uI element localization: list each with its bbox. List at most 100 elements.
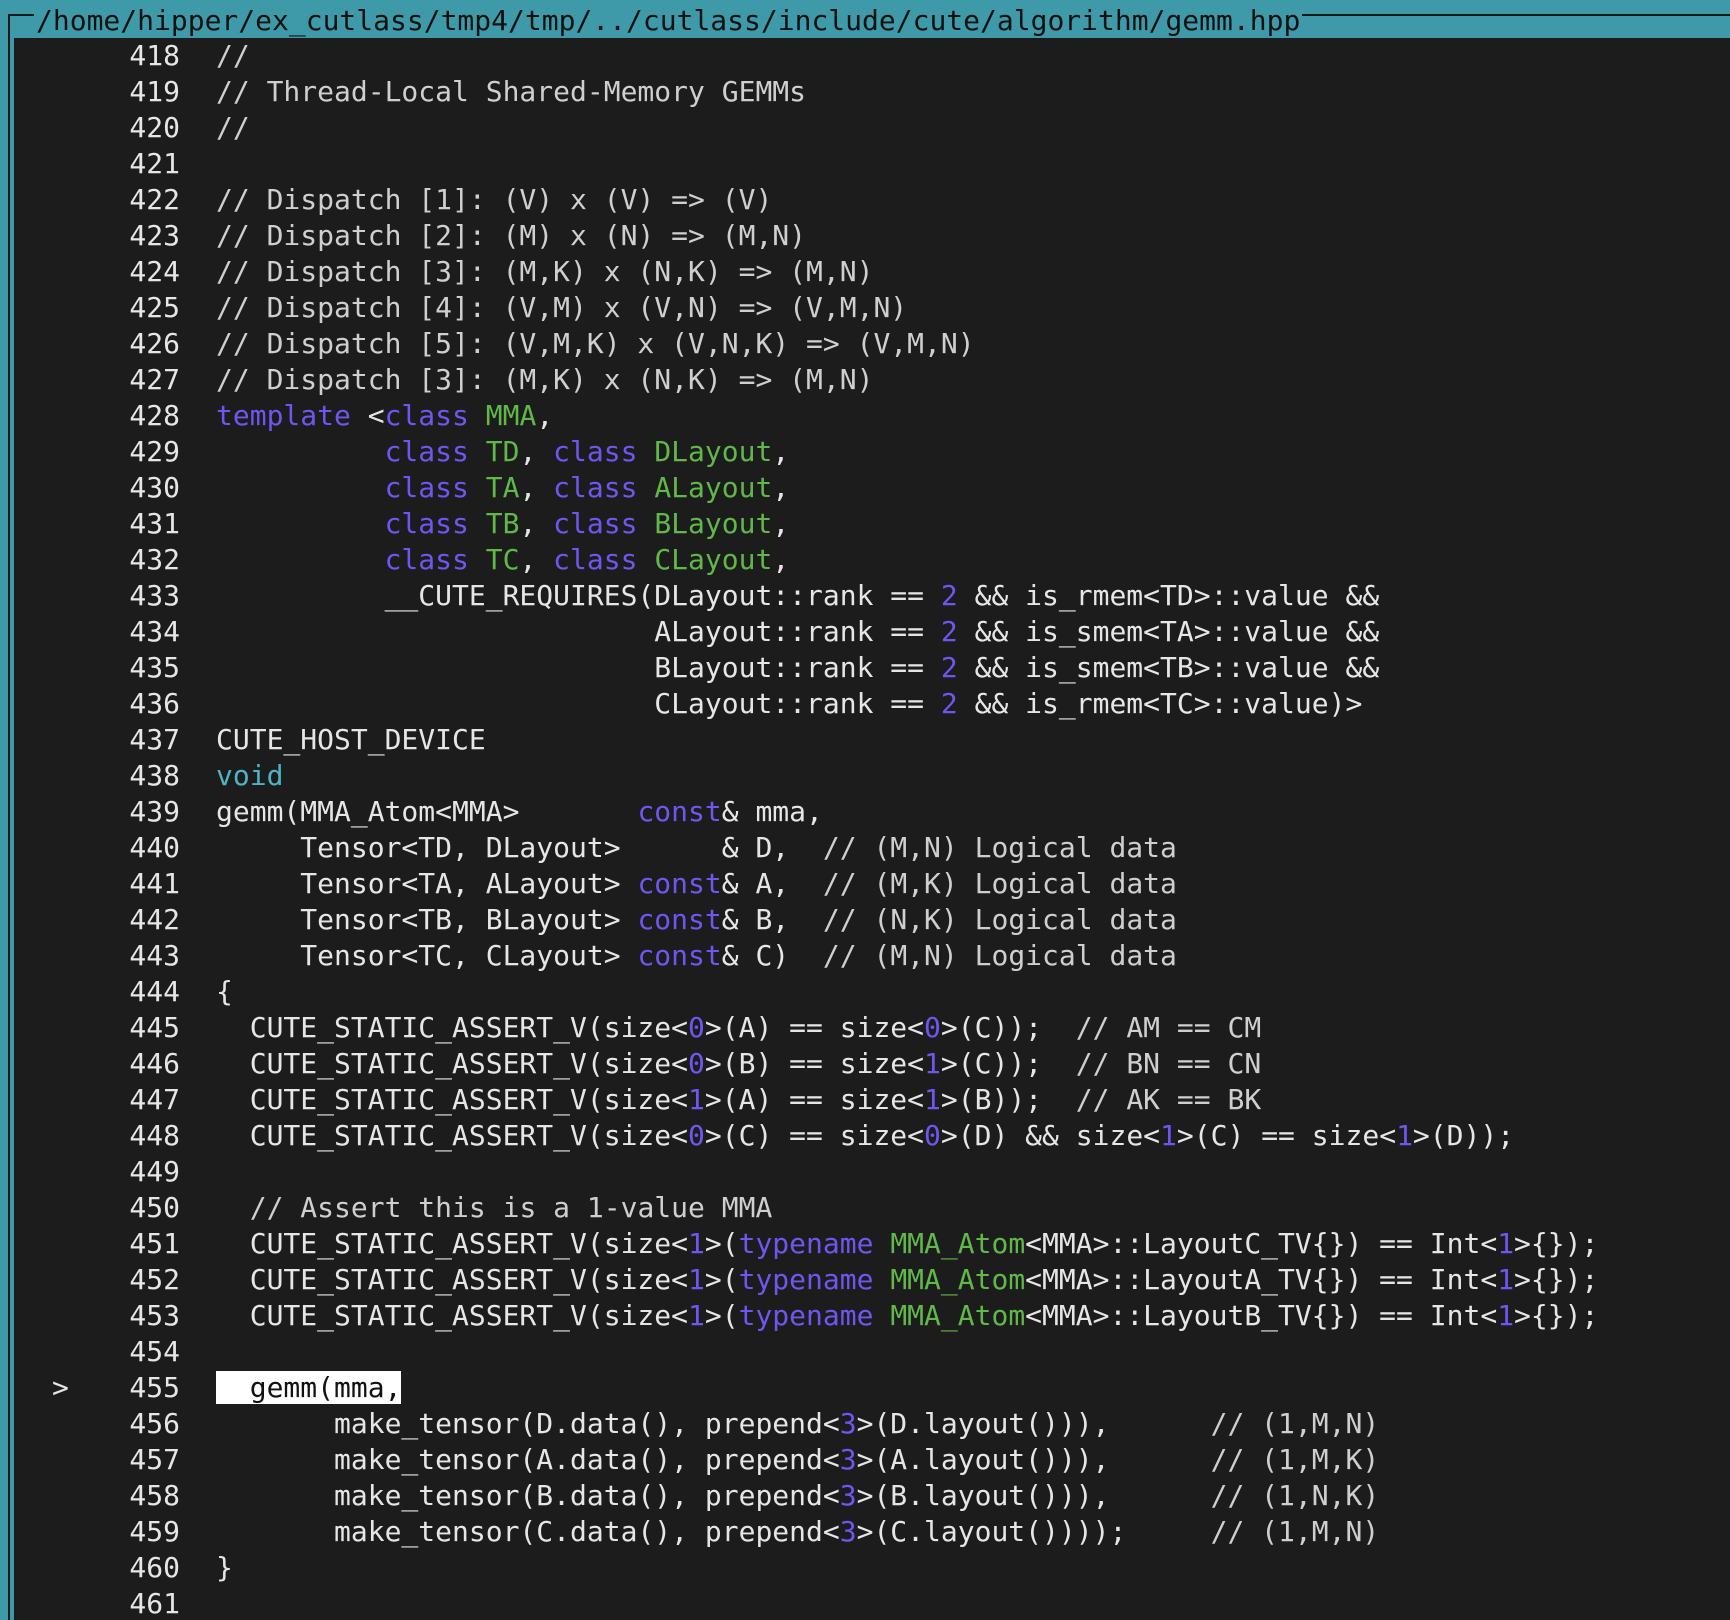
code-text: BLayout::rank == [216, 651, 941, 684]
code-number: 1 [924, 1047, 941, 1080]
code-line[interactable]: >455 gemm(mma, [0, 1370, 1730, 1406]
code-type: MMA_Atom [890, 1227, 1026, 1260]
code-text: >(C.layout()))); [856, 1515, 1211, 1548]
code-line[interactable]: 444 { [0, 974, 1730, 1010]
code-line[interactable]: 418 // [0, 38, 1730, 74]
code-keyword: class [553, 435, 638, 468]
line-number: 461 [129, 1587, 180, 1620]
code-line[interactable]: 452 CUTE_STATIC_ASSERT_V(size<1>(typenam… [0, 1262, 1730, 1298]
line-number: 453 [129, 1299, 180, 1332]
code-line[interactable]: 439 gemm(MMA_Atom<MMA> const& mma, [0, 794, 1730, 830]
code-type: TA [485, 471, 520, 504]
line-number: 452 [129, 1263, 180, 1296]
code-keyword: template [216, 399, 351, 432]
code-text: >(C)); [940, 1011, 1076, 1044]
line-number: 459 [129, 1515, 180, 1548]
line-number: 436 [129, 687, 180, 720]
line-number: 430 [129, 471, 180, 504]
code-line[interactable]: 425 // Dispatch [4]: (V,M) x (V,N) => (V,… [0, 290, 1730, 326]
line-code: make_tensor(C.data(), prepend<3>(C.layou… [216, 1514, 1379, 1550]
code-text: <MMA>::LayoutA_TV{}) == Int< [1025, 1263, 1498, 1296]
code-line[interactable]: 454 [0, 1334, 1730, 1370]
code-line[interactable]: 435 BLayout::rank == 2 && is_smem<TB>::v… [0, 650, 1730, 686]
code-line[interactable]: 428 template <class MMA, [0, 398, 1730, 434]
line-number: 443 [129, 939, 180, 972]
code-line[interactable]: 424 // Dispatch [3]: (M,K) x (N,K) => (M,… [0, 254, 1730, 290]
code-line[interactable]: 426 // Dispatch [5]: (V,M,K) x (V,N,K) =>… [0, 326, 1730, 362]
line-number: 426 [129, 327, 180, 360]
code-comment: // [216, 111, 250, 144]
code-line[interactable]: 419 // Thread-Local Shared-Memory GEMMs [0, 74, 1730, 110]
code-line[interactable]: 429 class TD, class DLayout, [0, 434, 1730, 470]
code-comment: // AK == BK [1075, 1083, 1262, 1116]
code-text: CUTE_STATIC_ASSERT_V(size< [216, 1263, 689, 1296]
code-text: >(C) == size< [1176, 1119, 1397, 1152]
code-line[interactable]: 422 // Dispatch [1]: (V) x (V) => (V) [0, 182, 1730, 218]
line-code: template <class MMA, [216, 398, 553, 434]
code-line[interactable]: 459 make_tensor(C.data(), prepend<3>(C.l… [0, 1514, 1730, 1550]
code-line[interactable]: 448 CUTE_STATIC_ASSERT_V(size<0>(C) == s… [0, 1118, 1730, 1154]
code-text: >(A.layout())), [856, 1443, 1211, 1476]
code-line[interactable]: 434 ALayout::rank == 2 && is_smem<TA>::v… [0, 614, 1730, 650]
code-comment: // Dispatch [4]: (V,M) x (V,N) => (V,M,N… [216, 291, 908, 324]
line-code: CUTE_STATIC_ASSERT_V(size< 0 >(C) == size<… [216, 1118, 1514, 1154]
code-text: CUTE_STATIC_ASSERT_V(size< [216, 1299, 689, 1332]
code-line[interactable]: 430 class TA, class ALayout, [0, 470, 1730, 506]
code-type: MMA_Atom [890, 1263, 1026, 1296]
code-line[interactable]: 443 Tensor<TC, CLayout> const& C) // (M,… [0, 938, 1730, 974]
code-line[interactable]: 460} [0, 1550, 1730, 1586]
source-code-listing[interactable]: 418 // 419 // Thread-Local Shared-Memory GE… [0, 38, 1730, 1620]
code-line[interactable]: 453 CUTE_STATIC_ASSERT_V(size<1>(typenam… [0, 1298, 1730, 1334]
code-text: CUTE_STATIC_ASSERT_V(size< [216, 1083, 689, 1116]
line-code: __CUTE_REQUIRES(DLayout::rank == 2 && is… [216, 578, 1380, 614]
code-line[interactable]: 436 CLayout::rank == 2 && is_rmem<TC>::v… [0, 686, 1730, 722]
code-text: CUTE_STATIC_ASSERT_V(size< [216, 1119, 689, 1152]
code-line[interactable]: 420 // [0, 110, 1730, 146]
code-text: >(B.layout())), [856, 1479, 1211, 1512]
code-text: && is_rmem<TC>::value)> [957, 687, 1363, 720]
code-text: , [519, 543, 554, 576]
line-code: // Dispatch [3]: (M,K) x (N,K) => (M,N) [216, 362, 873, 398]
code-line[interactable]: 427 // Dispatch [3]: (M,K) x (N,K) => (M,… [0, 362, 1730, 398]
line-number: 441 [129, 867, 180, 900]
code-line[interactable]: 456 make_tensor(D.data(), prepend<3>(D.l… [0, 1406, 1730, 1442]
line-code: Tensor<TD, DLayout> & D, // (M,N) Logica… [216, 830, 1177, 866]
code-line[interactable]: 442 Tensor<TB, BLayout> const& B, // (N,… [0, 902, 1730, 938]
code-text: __CUTE_REQUIRES(DLayout::rank == [216, 579, 941, 612]
code-text: make_tensor(D.data(), prepend< [216, 1407, 840, 1440]
code-line[interactable]: 446 CUTE_STATIC_ASSERT_V(size<0>(B) == s… [0, 1046, 1730, 1082]
code-comment: // BN == CN [1075, 1047, 1262, 1080]
code-line[interactable]: 441 Tensor<TA, ALayout> const& A, // (M,… [0, 866, 1730, 902]
code-line[interactable]: 423 // Dispatch [2]: (M) x (N) => (M,N) [0, 218, 1730, 254]
code-line[interactable]: 457 make_tensor(A.data(), prepend<3>(A.l… [0, 1442, 1730, 1478]
code-line[interactable]: 438 void [0, 758, 1730, 794]
code-text: CUTE_STATIC_ASSERT_V(size< [216, 1227, 689, 1260]
code-line[interactable]: 440 Tensor<TD, DLayout> & D, // (M,N) Lo… [0, 830, 1730, 866]
code-line[interactable]: 458 make_tensor(B.data(), prepend<3>(B.l… [0, 1478, 1730, 1514]
code-line[interactable]: 432 class TC, class CLayout, [0, 542, 1730, 578]
code-text: && is_smem<TA>::value && [957, 615, 1380, 648]
code-text: < [350, 399, 385, 432]
code-line[interactable]: 447 CUTE_STATIC_ASSERT_V(size<1>(A) == s… [0, 1082, 1730, 1118]
code-line[interactable]: 433 __CUTE_REQUIRES(DLayout::rank == 2 &… [0, 578, 1730, 614]
code-text: & C) [721, 939, 823, 972]
code-number: 0 [924, 1119, 941, 1152]
code-line[interactable]: 437 CUTE_HOST_DEVICE [0, 722, 1730, 758]
line-code: // [216, 110, 250, 146]
code-line[interactable]: 445 CUTE_STATIC_ASSERT_V(size<0>(A) == s… [0, 1010, 1730, 1046]
line-number: 438 [129, 759, 180, 792]
code-line[interactable]: 461 [0, 1586, 1730, 1620]
code-type: DLayout [654, 435, 773, 468]
code-line[interactable]: 451 CUTE_STATIC_ASSERT_V(size<1>(typenam… [0, 1226, 1730, 1262]
code-line[interactable]: 431 class TB, class BLayout, [0, 506, 1730, 542]
code-line[interactable]: 450 // Assert this is a 1-value MMA [0, 1190, 1730, 1226]
code-line[interactable]: 421 [0, 146, 1730, 182]
code-line[interactable]: 449 [0, 1154, 1730, 1190]
code-text: gemm(MMA_Atom<MMA> [216, 795, 638, 828]
